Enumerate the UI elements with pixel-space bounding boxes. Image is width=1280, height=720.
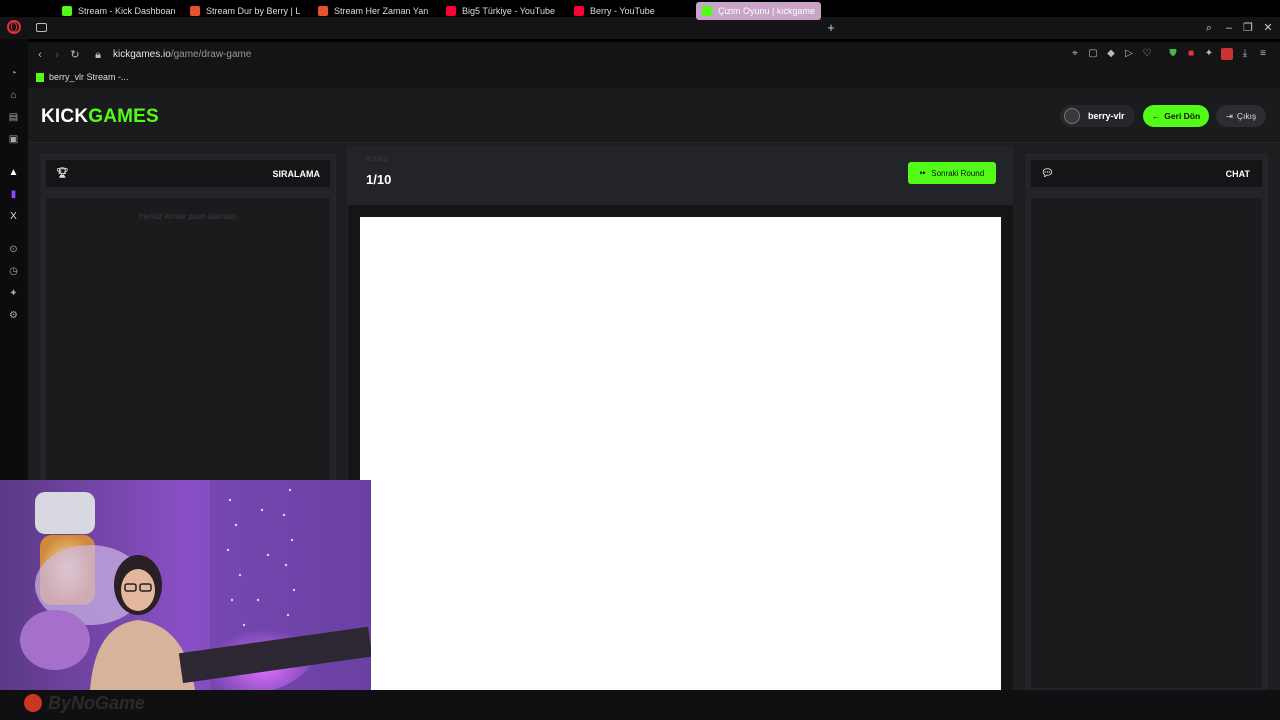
sidebar-aria-icon[interactable]: ⌂: [7, 89, 20, 102]
youtube-favicon-icon: [574, 6, 584, 16]
url-path: /game/draw-game: [170, 49, 252, 60]
tab-stream-dur[interactable]: Stream Dur by Berry | Lis: [184, 0, 306, 22]
watermark-text: ByNoGame: [48, 693, 146, 713]
leaderboard-empty-text: Henüz kimse puan alamadı: [139, 212, 237, 221]
avatar: [1064, 108, 1080, 124]
pin-icon[interactable]: ⌖: [1069, 48, 1081, 60]
heart-icon[interactable]: ♡: [1141, 48, 1153, 60]
sidebar-crypto-icon[interactable]: ▤: [7, 111, 20, 124]
chat-header: 💬︎ CHAT: [1031, 160, 1262, 187]
download-icon[interactable]: ⤓: [1239, 48, 1251, 60]
new-tab-button[interactable]: +: [824, 17, 838, 39]
round-label: ROUND: [366, 157, 388, 163]
sidebar-player-icon[interactable]: ⊙: [7, 243, 20, 256]
bynogame-logo-icon: [24, 694, 42, 712]
minimize-icon[interactable]: –: [1221, 17, 1237, 39]
close-icon[interactable]: ✕: [1260, 17, 1276, 39]
reload-icon[interactable]: ↻: [69, 48, 81, 62]
sidebar-x-icon[interactable]: X: [7, 210, 20, 223]
drawing-canvas[interactable]: [360, 217, 1001, 691]
logout-icon: ⇥: [1225, 110, 1233, 121]
sidebar-settings-icon[interactable]: ⚙: [7, 309, 20, 322]
kick-favicon-icon: [62, 6, 72, 16]
url-host: kickgames.io: [113, 49, 171, 60]
fast-forward-icon: ⏩︎: [919, 168, 927, 177]
player-icon[interactable]: ▷: [1123, 48, 1135, 60]
maximize-icon[interactable]: ❐: [1240, 17, 1256, 39]
extension-red-icon[interactable]: ■: [1185, 48, 1197, 60]
vpn-shield-icon[interactable]: ⛊: [1167, 48, 1179, 60]
next-round-button[interactable]: ⏩︎ Sonraki Round: [908, 162, 996, 184]
user-profile-pill[interactable]: berry-vlr: [1060, 105, 1135, 127]
logout-button[interactable]: ⇥ Çıkış: [1216, 105, 1266, 127]
menu-icon[interactable]: ≡: [1257, 48, 1269, 60]
tab-kick-dashboard[interactable]: Stream - Kick Dashboard: [56, 0, 181, 22]
opera-logo-icon[interactable]: [7, 20, 21, 34]
sidebar-speed-dial-icon[interactable]: ◔: [7, 67, 20, 80]
tab-island-icon[interactable]: [36, 23, 47, 32]
kickgames-favicon-icon: [702, 6, 712, 16]
lock-icon: 🔒︎: [95, 49, 101, 61]
tab-cizim-oyunu[interactable]: Çizim Oyunu | kickgames: [696, 2, 821, 20]
tab-search-icon[interactable]: ⌕: [1201, 17, 1217, 39]
extensions-icon[interactable]: ✦: [1203, 48, 1215, 60]
sidebar-twitch-icon[interactable]: ▮: [7, 188, 20, 201]
tab-stream-her-zaman[interactable]: Stream Her Zaman Yanınd: [312, 0, 434, 22]
sidebar-extensions-icon[interactable]: ✦: [7, 287, 20, 300]
kickgames-logo[interactable]: KICKGAMES: [41, 106, 159, 128]
image-favicon-icon: [190, 6, 200, 16]
youtube-favicon-icon: [446, 6, 456, 16]
kick-bookmark-icon: [36, 72, 44, 82]
webcam-overlay: [0, 480, 371, 690]
bookmark-berry-stream[interactable]: berry_vlr Stream -...: [36, 72, 129, 82]
tab-berry-youtube[interactable]: Berry - YouTube: [568, 0, 688, 22]
url-field[interactable]: kickgames.io/game/draw-game: [113, 49, 251, 60]
back-button[interactable]: ← Geri Dön: [1143, 105, 1209, 127]
arrow-left-icon: ←: [1151, 111, 1161, 121]
chat-messages: [1031, 198, 1262, 688]
tab-big5-youtube[interactable]: Big5 Türkiye - YouTube: [440, 0, 564, 22]
image-favicon-icon: [318, 6, 328, 16]
trophy-icon: 🏆︎: [56, 168, 69, 179]
sidebar-history-icon[interactable]: ◷: [7, 265, 20, 278]
leaderboard-list: [46, 198, 330, 488]
leaderboard-title: SIRALAMA: [272, 168, 321, 179]
snapshot-icon[interactable]: ▢: [1087, 48, 1099, 60]
chat-bubbles-icon: 💬︎: [1041, 168, 1054, 179]
sidebar-ai-icon[interactable]: ▲: [7, 166, 20, 179]
leaderboard-header: 🏆︎ SIRALAMA: [46, 160, 330, 187]
bookmarks-bar: [28, 68, 1280, 88]
chat-title: CHAT: [1225, 168, 1250, 179]
forward-icon[interactable]: ›: [51, 48, 63, 62]
bottom-strip: [0, 690, 1280, 720]
round-counter: 1/10: [366, 172, 392, 187]
pocket-icon[interactable]: ◆: [1105, 48, 1117, 60]
username: berry-vlr: [1088, 111, 1125, 121]
profile-avatar-icon[interactable]: [1221, 48, 1233, 60]
webcam-video: [0, 480, 371, 690]
sidebar-messenger-icon[interactable]: ▣: [7, 133, 20, 146]
back-icon[interactable]: ‹: [34, 48, 46, 62]
